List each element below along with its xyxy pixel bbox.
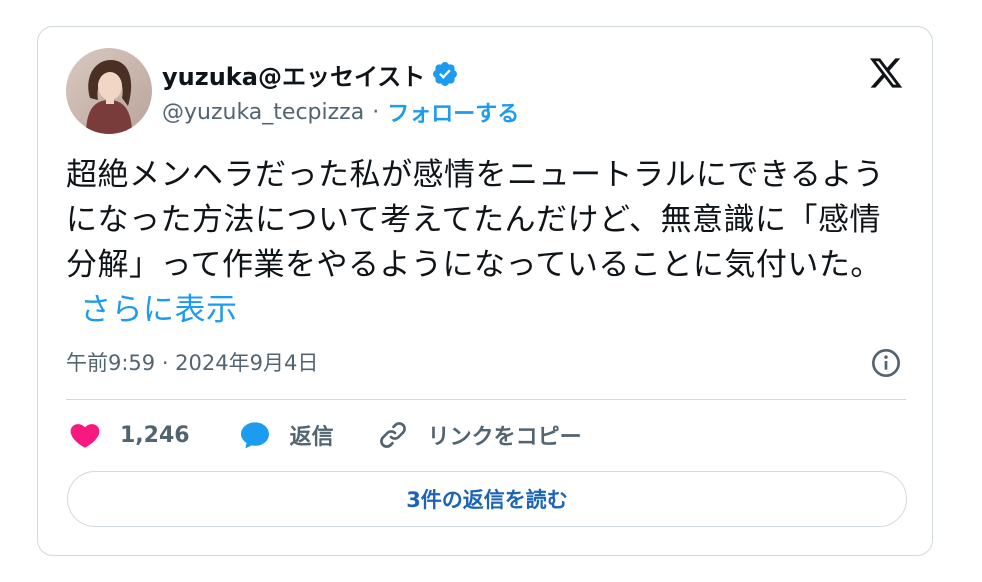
- author-display-name[interactable]: yuzuka@エッセイスト: [162, 57, 425, 92]
- show-more-link[interactable]: さらに表示: [80, 292, 238, 328]
- tweet-body: 超絶メンヘラだった私が感情をニュートラルにできるようになった方法について考えてた…: [66, 157, 885, 283]
- x-logo-icon[interactable]: [866, 55, 906, 91]
- read-replies-button[interactable]: 3件の返信を読む: [67, 471, 907, 527]
- copy-link-button[interactable]: リンクをコピー: [376, 419, 582, 451]
- tweet-timestamp[interactable]: 午前9:59 · 2024年9月4日: [66, 347, 318, 377]
- author-handle-row: @yuzuka_tecpizza · フォローする: [162, 96, 519, 128]
- like-button[interactable]: 1,246: [68, 419, 190, 451]
- follow-button[interactable]: フォローする: [387, 96, 519, 128]
- avatar[interactable]: [66, 48, 152, 134]
- reply-bubble-icon: [240, 422, 269, 449]
- verified-badge-icon: [433, 62, 458, 86]
- separator-dot: ·: [372, 99, 380, 125]
- tweet-text: 超絶メンヘラだった私が感情をニュートラルにできるようになった方法について考えてた…: [66, 153, 896, 333]
- heart-icon: [70, 424, 100, 448]
- action-bar: 1,246 返信 リンクをコピー: [68, 415, 582, 455]
- reply-button[interactable]: 返信: [238, 419, 334, 451]
- reply-label: 返信: [289, 425, 334, 450]
- copy-link-label: リンクをコピー: [427, 425, 582, 450]
- divider: [66, 399, 906, 400]
- like-count: 1,246: [120, 422, 190, 448]
- author-name-row: yuzuka@エッセイスト: [162, 57, 459, 91]
- author-handle[interactable]: @yuzuka_tecpizza: [162, 100, 364, 125]
- info-icon[interactable]: [870, 347, 902, 379]
- link-icon: [379, 422, 406, 448]
- tweet-card: yuzuka@エッセイスト @yuzuka_tecpizza · フォローする …: [37, 26, 933, 556]
